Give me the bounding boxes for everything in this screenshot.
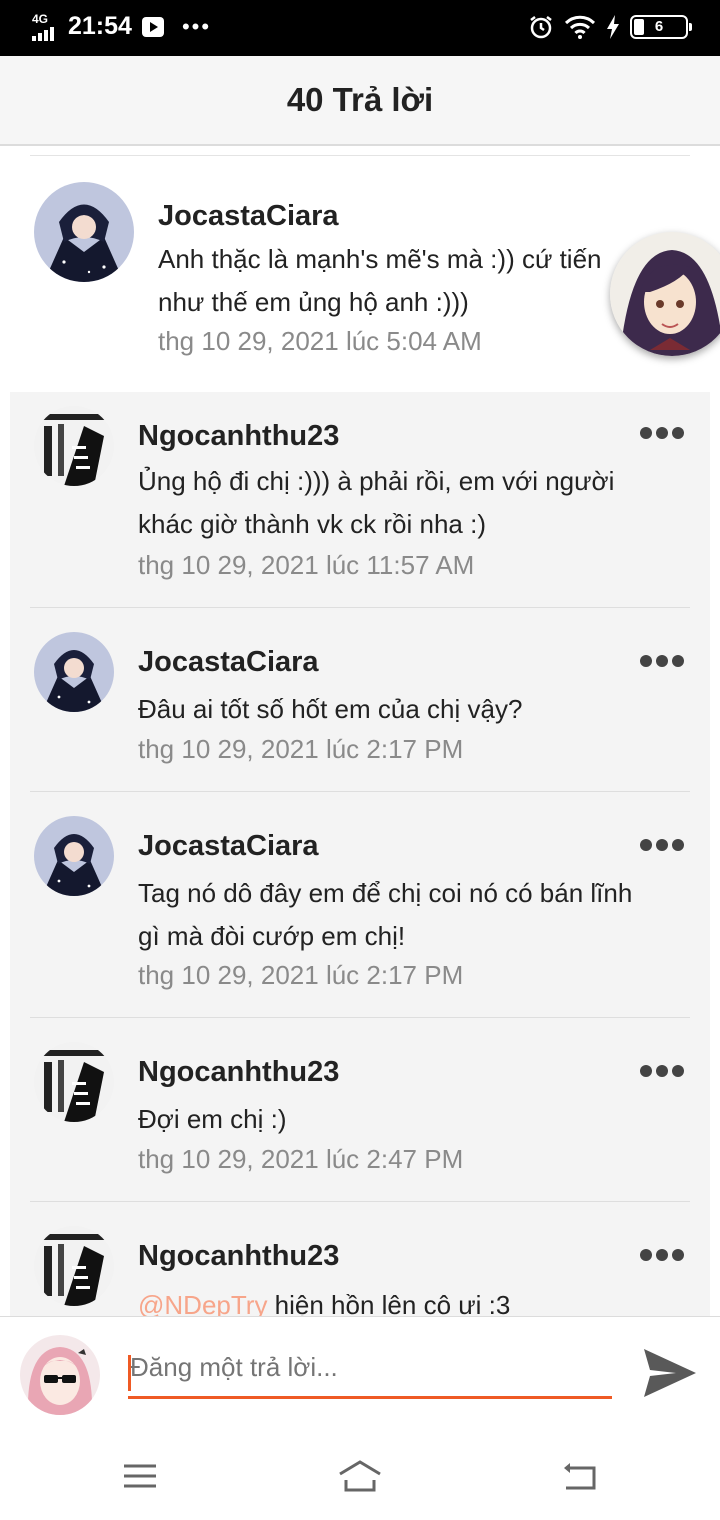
reply-text: Đâu ai tốt số hốt em của chị vậy? [138, 694, 523, 724]
reply-text-content: hiện hồn lên cô ưi :3 [267, 1290, 511, 1316]
reply-username[interactable]: Ngocanhthu23 [138, 1240, 339, 1273]
reply-text: khác giờ thành vk ck rồi nha :) [138, 509, 486, 539]
reply-text: Tag nó dô đây em để chị coi nó có bán lĩ… [138, 878, 633, 908]
more-options-button[interactable] [640, 1064, 684, 1078]
more-options-button[interactable] [640, 1248, 684, 1262]
back-icon[interactable] [560, 1456, 600, 1496]
reply-username[interactable]: JocastaCiara [138, 830, 319, 863]
network-type: 4G [32, 11, 49, 26]
reply-username[interactable]: JocastaCiara [138, 646, 319, 679]
reply-item: JocastaCiara Đâu ai tốt số hốt em của ch… [10, 608, 710, 792]
reply-text: gì mà đòi cướp em chị! [138, 921, 406, 951]
send-icon[interactable] [642, 1345, 698, 1401]
reply-username[interactable]: Ngocanhthu23 [138, 420, 339, 453]
reply-text: @NDepTry hiện hồn lên cô ưi :3 [138, 1284, 510, 1316]
system-nav-bar [0, 1436, 720, 1520]
reply-text: Ủng hộ đi chị :))) à phải rồi, em với ng… [138, 466, 615, 496]
comment-timestamp: thg 10 29, 2021 lúc 5:04 AM [158, 326, 482, 356]
avatar[interactable] [34, 1226, 114, 1306]
menu-icon[interactable] [120, 1456, 160, 1496]
reply-input[interactable] [128, 1339, 612, 1399]
reply-username[interactable]: Ngocanhthu23 [138, 1056, 339, 1089]
comment-username[interactable]: JocastaCiara [158, 200, 339, 233]
youtube-icon [141, 16, 164, 37]
mention-link[interactable]: @NDepTry [138, 1290, 267, 1316]
avatar[interactable] [34, 182, 134, 282]
home-icon[interactable] [336, 1456, 384, 1496]
reply-composer [0, 1316, 720, 1436]
wifi-icon [564, 15, 596, 39]
reply-item: Ngocanhthu23 @NDepTry hiện hồn lên cô ưi… [10, 1202, 710, 1316]
more-options-button[interactable] [640, 838, 684, 852]
charging-icon [607, 15, 619, 39]
avatar[interactable] [34, 816, 114, 896]
reply-item: Ngocanhthu23 Ủng hộ đi chị :))) à phải r… [10, 392, 710, 608]
reply-item: Ngocanhthu23 Đợi em chị :) thg 10 29, 20… [10, 1018, 710, 1202]
reply-text: Đợi em chị :) [138, 1104, 287, 1134]
text-caret [128, 1355, 131, 1391]
comment-text: như thế em ủng hộ anh :))) [158, 287, 469, 317]
replies-thread[interactable]: JocastaCiara Anh thặc là mạnh's mẽ's mà … [0, 146, 720, 1316]
status-bar: 4G 21:54 ••• 6 [0, 0, 720, 56]
reply-timestamp: thg 10 29, 2021 lúc 2:47 PM [138, 1144, 464, 1174]
reply-timestamp: thg 10 29, 2021 lúc 2:17 PM [138, 960, 464, 990]
reply-item: JocastaCiara Tag nó dô đây em để chị coi… [10, 792, 710, 1018]
more-options-button[interactable] [640, 426, 684, 440]
clock: 21:54 [68, 12, 132, 40]
battery-icon: 6 [630, 15, 692, 39]
parent-comment: JocastaCiara Anh thặc là mạnh's mẽ's mà … [0, 156, 720, 382]
more-options-button[interactable] [640, 654, 684, 668]
reply-timestamp: thg 10 29, 2021 lúc 2:17 PM [138, 734, 464, 764]
alarm-icon [530, 16, 552, 39]
overflow-indicator: ••• [181, 13, 212, 39]
signal-icon: 4G [32, 13, 58, 41]
avatar[interactable] [34, 406, 114, 486]
avatar[interactable] [34, 1042, 114, 1122]
reply-timestamp: thg 10 29, 2021 lúc 11:57 AM [138, 550, 475, 580]
comment-text: Anh thặc là mạnh's mẽ's mà :)) cứ tiến [158, 244, 602, 274]
page-title: 40 Trả lời [286, 81, 434, 118]
page-header: 40 Trả lời [0, 56, 720, 146]
avatar[interactable] [34, 632, 114, 712]
battery-level: 6 [654, 18, 664, 35]
my-avatar[interactable] [20, 1335, 100, 1415]
